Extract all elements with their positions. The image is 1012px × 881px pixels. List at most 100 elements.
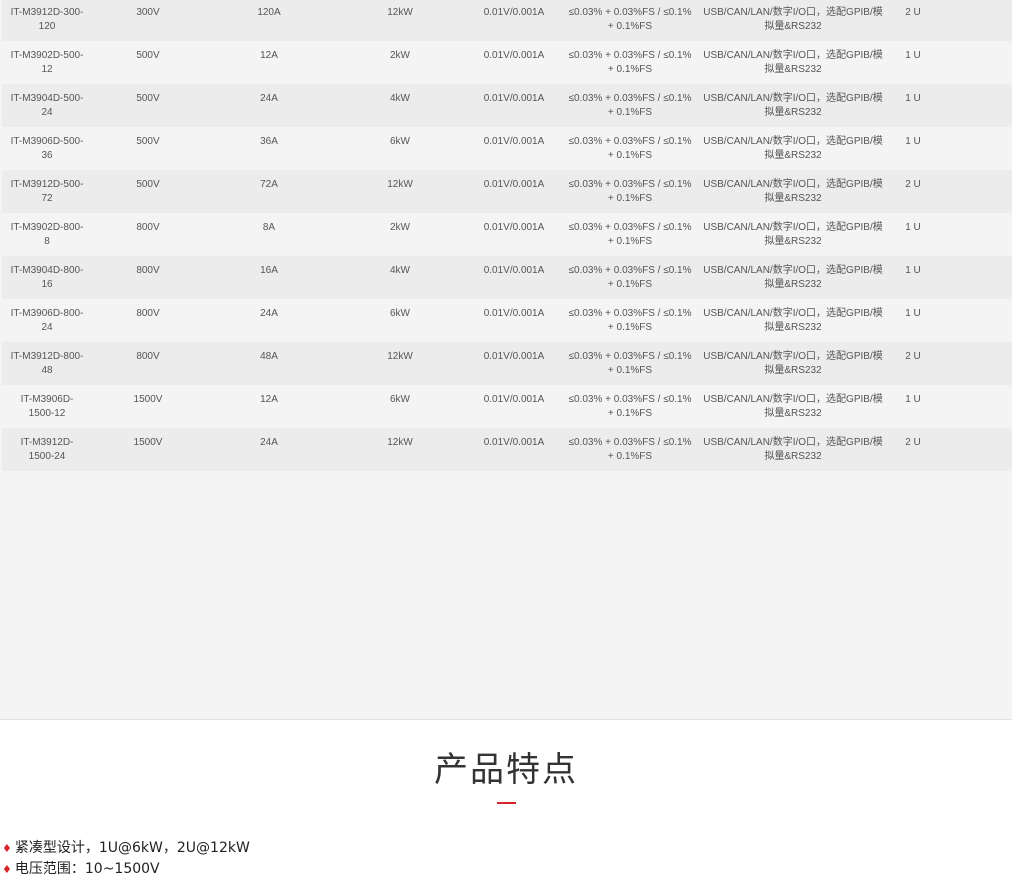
cell-interfaces: USB/CAN/LAN/数字I/O口，选配GPIB/模拟量&RS232 [698, 256, 888, 299]
cell-interfaces: USB/CAN/LAN/数字I/O口，选配GPIB/模拟量&RS232 [698, 213, 888, 256]
cell-spacer [938, 428, 1012, 471]
cell-spacer [938, 256, 1012, 299]
cell-power: 4kW [334, 256, 466, 299]
cell-current: 12A [204, 385, 334, 428]
table-row: IT-M3912D-300-120 300V 120A 12kW 0.01V/0.001… [2, 0, 1012, 41]
cell-interfaces: USB/CAN/LAN/数字I/O口，选配GPIB/模拟量&RS232 [698, 84, 888, 127]
cell-resolution: 0.01V/0.001A [466, 41, 562, 84]
cell-interfaces: USB/CAN/LAN/数字I/O口，选配GPIB/模拟量&RS232 [698, 428, 888, 471]
cell-size: 1 U [888, 256, 938, 299]
cell-resolution: 0.01V/0.001A [466, 385, 562, 428]
section-title: 产品特点 [434, 750, 578, 790]
cell-model: IT-M3906D-1500-12 [2, 385, 92, 428]
cell-current: 24A [204, 428, 334, 471]
cell-current: 24A [204, 299, 334, 342]
cell-spacer [938, 84, 1012, 127]
cell-current: 8A [204, 213, 334, 256]
cell-spacer [938, 213, 1012, 256]
cell-resolution: 0.01V/0.001A [466, 170, 562, 213]
cell-power: 12kW [334, 0, 466, 41]
cell-model: IT-M3912D-500-72 [2, 170, 92, 213]
spec-table: IT-M3912D-300-120 300V 120A 12kW 0.01V/0.001… [2, 0, 1012, 471]
feature-item: ♦ 紧凑型设计，1U@6kW，2U@12kW [2, 838, 250, 859]
cell-size: 1 U [888, 127, 938, 170]
cell-resolution: 0.01V/0.001A [466, 84, 562, 127]
cell-interfaces: USB/CAN/LAN/数字I/O口，选配GPIB/模拟量&RS232 [698, 41, 888, 84]
cell-model: IT-M3912D-800-48 [2, 342, 92, 385]
features-section: 产品特点 ♦ 紧凑型设计，1U@6kW，2U@12kW ♦ 电压范围：10~1500V [0, 720, 1012, 881]
cell-power: 6kW [334, 127, 466, 170]
cell-model: IT-M3902D-800-8 [2, 213, 92, 256]
cell-accuracy: ≤0.03% + 0.03%FS / ≤0.1% + 0.1%FS [562, 256, 698, 299]
cell-resolution: 0.01V/0.001A [466, 256, 562, 299]
cell-voltage: 500V [92, 127, 204, 170]
cell-accuracy: ≤0.03% + 0.03%FS / ≤0.1% + 0.1%FS [562, 170, 698, 213]
table-row: IT-M3912D-500-72 500V 72A 12kW 0.01V/0.001A ≤… [2, 170, 1012, 213]
cell-spacer [938, 170, 1012, 213]
table-row: IT-M3912D-800-48 800V 48A 12kW 0.01V/0.001A ≤… [2, 342, 1012, 385]
cell-interfaces: USB/CAN/LAN/数字I/O口，选配GPIB/模拟量&RS232 [698, 299, 888, 342]
table-row: IT-M3912D-1500-24 1500V 24A 12kW 0.01V/0.001… [2, 428, 1012, 471]
cell-power: 6kW [334, 299, 466, 342]
cell-spacer [938, 0, 1012, 41]
cell-current: 12A [204, 41, 334, 84]
table-row: IT-M3902D-800-8 800V 8A 2kW 0.01V/0.001A ≤0.0… [2, 213, 1012, 256]
cell-size: 1 U [888, 213, 938, 256]
cell-voltage: 500V [92, 170, 204, 213]
cell-power: 2kW [334, 41, 466, 84]
cell-voltage: 500V [92, 41, 204, 84]
feature-text: 电压范围：10~1500V [14, 861, 160, 877]
cell-power: 12kW [334, 342, 466, 385]
cell-size: 2 U [888, 428, 938, 471]
cell-voltage: 300V [92, 0, 204, 41]
cell-model: IT-M3904D-500-24 [2, 84, 92, 127]
cell-accuracy: ≤0.03% + 0.03%FS / ≤0.1% + 0.1%FS [562, 84, 698, 127]
cell-accuracy: ≤0.03% + 0.03%FS / ≤0.1% + 0.1%FS [562, 299, 698, 342]
cell-voltage: 1500V [92, 385, 204, 428]
cell-size: 1 U [888, 299, 938, 342]
cell-interfaces: USB/CAN/LAN/数字I/O口，选配GPIB/模拟量&RS232 [698, 342, 888, 385]
cell-size: 1 U [888, 84, 938, 127]
cell-voltage: 800V [92, 256, 204, 299]
cell-interfaces: USB/CAN/LAN/数字I/O口，选配GPIB/模拟量&RS232 [698, 0, 888, 41]
cell-power: 2kW [334, 213, 466, 256]
cell-resolution: 0.01V/0.001A [466, 428, 562, 471]
cell-model: IT-M3912D-1500-24 [2, 428, 92, 471]
cell-current: 72A [204, 170, 334, 213]
cell-power: 6kW [334, 385, 466, 428]
cell-interfaces: USB/CAN/LAN/数字I/O口，选配GPIB/模拟量&RS232 [698, 170, 888, 213]
cell-size: 2 U [888, 0, 938, 41]
cell-size: 2 U [888, 342, 938, 385]
table-row: IT-M3906D-800-24 800V 24A 6kW 0.01V/0.001A ≤0… [2, 299, 1012, 342]
cell-accuracy: ≤0.03% + 0.03%FS / ≤0.1% + 0.1%FS [562, 41, 698, 84]
cell-resolution: 0.01V/0.001A [466, 213, 562, 256]
spec-table-panel: IT-M3912D-300-120 300V 120A 12kW 0.01V/0.001… [0, 0, 1012, 720]
cell-accuracy: ≤0.03% + 0.03%FS / ≤0.1% + 0.1%FS [562, 0, 698, 41]
cell-interfaces: USB/CAN/LAN/数字I/O口，选配GPIB/模拟量&RS232 [698, 385, 888, 428]
cell-current: 120A [204, 0, 334, 41]
cell-power: 4kW [334, 84, 466, 127]
table-row: IT-M3906D-1500-12 1500V 12A 6kW 0.01V/0.001A… [2, 385, 1012, 428]
cell-voltage: 500V [92, 84, 204, 127]
title-underline [497, 802, 516, 804]
cell-accuracy: ≤0.03% + 0.03%FS / ≤0.1% + 0.1%FS [562, 428, 698, 471]
cell-voltage: 800V [92, 342, 204, 385]
cell-spacer [938, 299, 1012, 342]
table-row: IT-M3904D-500-24 500V 24A 4kW 0.01V/0.001A ≤0… [2, 84, 1012, 127]
cell-model: IT-M3906D-800-24 [2, 299, 92, 342]
cell-model: IT-M3904D-800-16 [2, 256, 92, 299]
cell-model: IT-M3906D-500-36 [2, 127, 92, 170]
cell-voltage: 800V [92, 299, 204, 342]
cell-spacer [938, 127, 1012, 170]
cell-current: 36A [204, 127, 334, 170]
cell-model: IT-M3902D-500-12 [2, 41, 92, 84]
cell-spacer [938, 385, 1012, 428]
cell-size: 2 U [888, 170, 938, 213]
cell-spacer [938, 342, 1012, 385]
diamond-bullet-icon: ♦ [2, 842, 12, 855]
cell-spacer [938, 41, 1012, 84]
cell-current: 48A [204, 342, 334, 385]
cell-accuracy: ≤0.03% + 0.03%FS / ≤0.1% + 0.1%FS [562, 385, 698, 428]
table-row: IT-M3904D-800-16 800V 16A 4kW 0.01V/0.001A ≤0… [2, 256, 1012, 299]
cell-voltage: 800V [92, 213, 204, 256]
